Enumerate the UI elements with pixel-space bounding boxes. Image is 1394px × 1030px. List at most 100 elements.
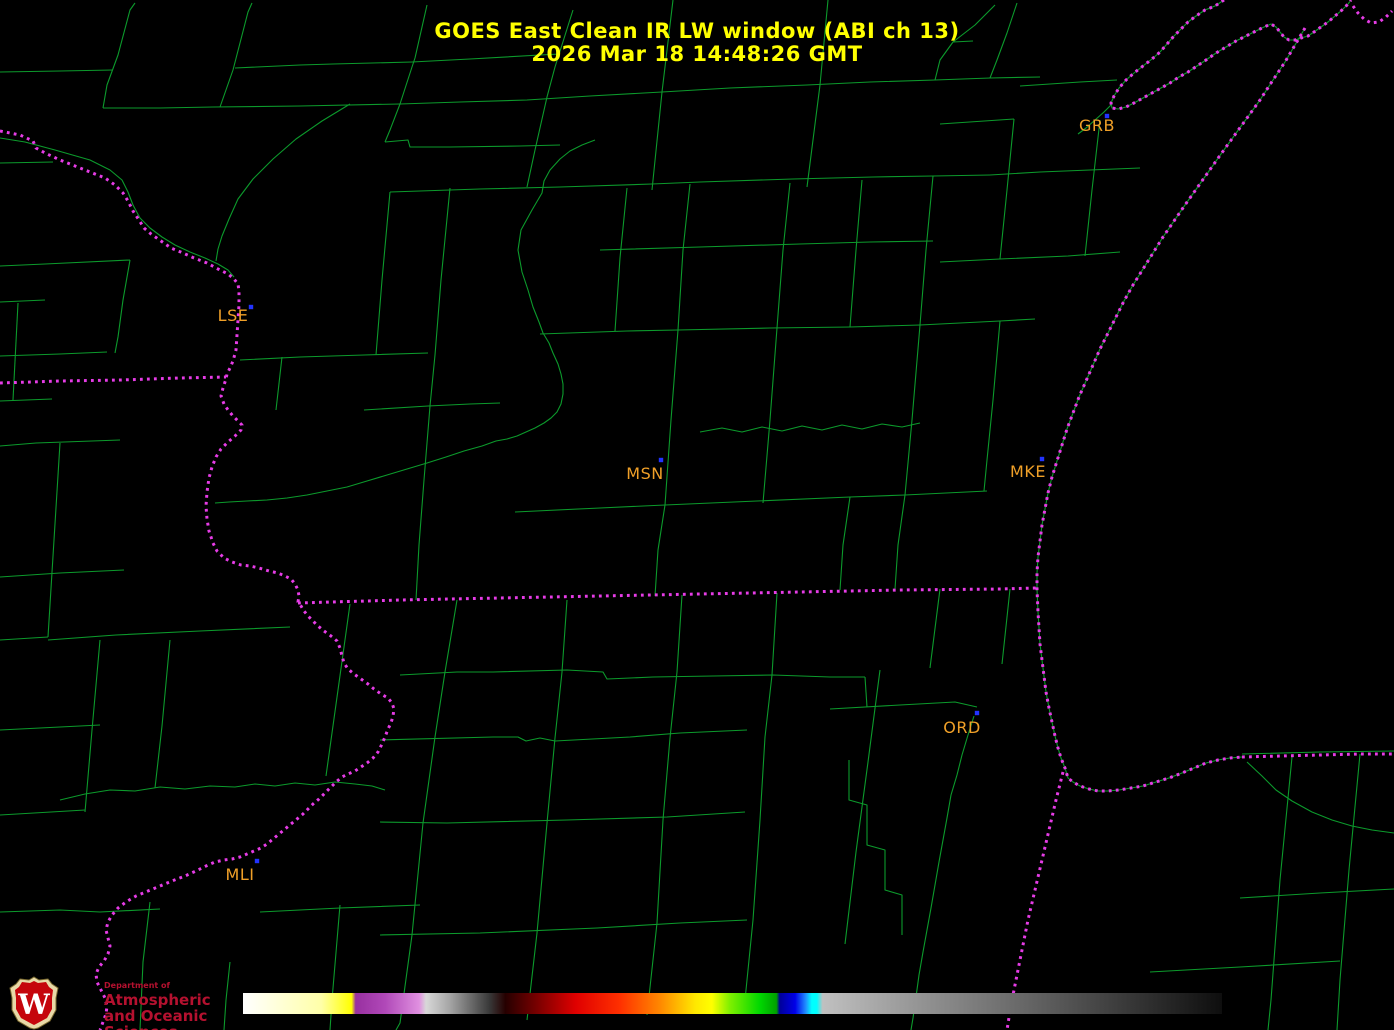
county-boundary-line [864, 676, 868, 708]
logo-dept-of: Department of [104, 981, 171, 990]
county-boundary-line [59, 781, 386, 801]
svg-text:W: W [17, 988, 50, 1021]
county-boundary-line [0, 724, 101, 731]
county-boundary-line [0, 908, 161, 913]
county-boundary-line [325, 603, 351, 777]
county-boundary-line [384, 139, 561, 148]
county-boundary-line [399, 669, 865, 680]
county-boundary-line [1246, 761, 1394, 834]
county-boundary-line [526, 599, 568, 1021]
county-boundary-line [0, 259, 131, 267]
county-boundary-line [375, 191, 391, 356]
county-boundary-line [929, 588, 941, 669]
title-line-1: GOES East Clean IR LW window (ABI ch 13) [434, 19, 960, 43]
county-boundary-line [762, 327, 778, 504]
county-boundary-line [0, 351, 108, 357]
county-boundary-line [939, 118, 1015, 125]
county-boundary-line [1239, 888, 1394, 899]
county-boundary-line [839, 496, 851, 591]
logo-line-1: Atmospheric [104, 991, 211, 1009]
county-boundary-line [275, 356, 283, 411]
county-boundary-line [0, 137, 235, 278]
county-boundary-line [939, 251, 1121, 263]
map-canvas: LSE GRB MSN MKE ORD MLI [0, 0, 1394, 1030]
county-boundary-line [0, 569, 125, 578]
county-boundary-line [654, 504, 666, 597]
county-boundary-line [379, 811, 746, 824]
county-boundary-line [0, 299, 46, 303]
county-boundary-line [989, 167, 1141, 176]
county-boundary-line [0, 161, 54, 164]
county-boundary-line [429, 187, 451, 407]
county-boundary-line [114, 259, 131, 354]
county-boundary-line [1149, 960, 1341, 973]
county-boundary-line [677, 183, 691, 331]
state-border-dotted-line [1035, 27, 1307, 793]
county-boundary-line [1019, 79, 1118, 87]
state-border-dotted-line [0, 129, 396, 1030]
image-title: GOES East Clean IR LW window (ABI ch 13)… [0, 20, 1394, 66]
county-boundary-line [363, 402, 501, 411]
logo-text: Department of Atmospheric and Oceanic Sc… [104, 982, 238, 1030]
county-boundary-line [614, 187, 628, 332]
county-boundary-line [103, 76, 1041, 109]
county-boundary-line [983, 320, 1001, 492]
county-boundary-line [389, 174, 991, 193]
state-border-dotted-line [297, 586, 1038, 605]
city-dot-mli [254, 858, 260, 864]
state-border-dotted-line [0, 375, 227, 385]
county-boundary-line [999, 118, 1015, 260]
county-boundary-line [894, 494, 906, 590]
title-line-2: 2026 Mar 18 14:48:26 GMT [531, 42, 863, 66]
county-boundary-line [415, 405, 431, 601]
county-boundary-line [1084, 119, 1101, 257]
county-boundary-line [154, 639, 171, 789]
county-boundary-line [849, 179, 863, 328]
county-boundary-line [215, 103, 351, 262]
county-boundary-line [1036, 27, 1306, 792]
city-dot-mke [1039, 456, 1045, 462]
county-boundary-line [0, 636, 49, 641]
county-boundary-line [844, 669, 881, 945]
county-boundary-line [514, 490, 988, 513]
county-boundary-line [910, 715, 975, 1030]
satellite-viewer: LSE GRB MSN MKE ORD MLI GOES East Clean IR LW… [0, 0, 1394, 1030]
city-label-msn: MSN [626, 464, 663, 483]
state-border-dotted-line [1241, 752, 1394, 759]
state-border-dotted-line [1005, 771, 1065, 1030]
county-boundary-line [1241, 750, 1394, 755]
uw-aos-logo: W Department of Atmospheric and Oceanic … [8, 976, 238, 1030]
city-label-mli: MLI [226, 865, 255, 884]
county-boundary-line [829, 701, 978, 710]
county-boundary-line [214, 139, 596, 504]
county-boundary-line [904, 324, 921, 496]
county-boundary-line [239, 352, 429, 361]
city-label-grb: GRB [1079, 116, 1115, 135]
county-boundary-line [599, 240, 934, 251]
county-boundary-line [379, 919, 748, 936]
county-boundary-line [646, 594, 683, 1016]
county-boundary-line [0, 69, 114, 73]
county-boundary-line [0, 809, 86, 816]
city-dot-msn [658, 457, 664, 463]
city-dot-lse [248, 304, 254, 310]
city-label-mke: MKE [1010, 462, 1046, 481]
city-label-lse: LSE [218, 306, 249, 325]
city-label-ord: ORD [943, 718, 981, 737]
temperature-colorbar [243, 993, 1222, 1014]
county-boundary-line [395, 599, 458, 1030]
county-boundary-line [539, 318, 1036, 335]
city-dot-ord [974, 710, 980, 716]
logo-line-2: and Oceanic Sciences [104, 1007, 208, 1030]
county-boundary-line [743, 592, 778, 1011]
county-boundary-line [664, 329, 679, 506]
county-boundary-line [47, 626, 291, 641]
county-boundary-line [12, 302, 19, 401]
county-boundary-line [776, 182, 791, 329]
uw-crest-icon: W [9, 976, 59, 1030]
county-boundary-line [699, 422, 921, 433]
county-boundary-line [47, 442, 61, 638]
county-boundary-line [1001, 588, 1011, 665]
county-boundary-line [919, 175, 934, 326]
county-boundary-line [0, 398, 53, 402]
